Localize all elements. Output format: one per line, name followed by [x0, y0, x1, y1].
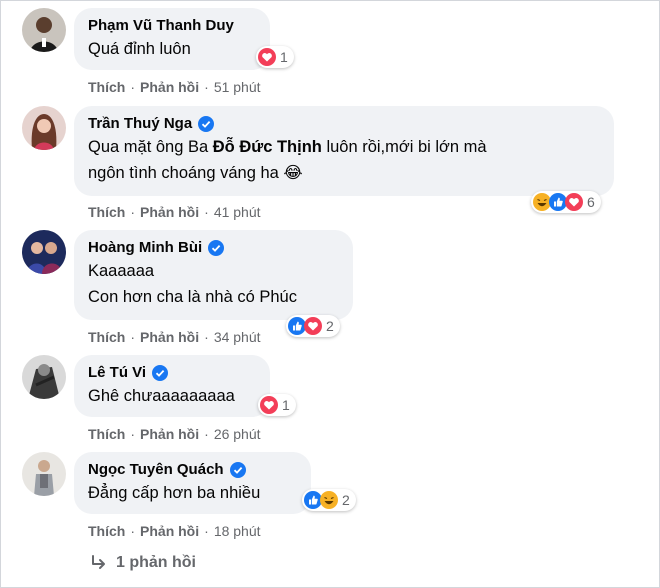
- comment-time[interactable]: 51 phút: [214, 79, 261, 95]
- reply-arrow-icon: [92, 555, 105, 569]
- separator-dot: ·: [130, 523, 136, 539]
- mentioned-name[interactable]: Đỗ Đức Thịnh: [213, 138, 322, 156]
- reaction-summary[interactable]: 1: [256, 46, 294, 68]
- comment-author[interactable]: Phạm Vũ Thanh Duy: [88, 16, 234, 36]
- verified-badge-icon: [198, 116, 215, 132]
- comment-time[interactable]: 41 phút: [214, 204, 261, 220]
- like-link[interactable]: Thích: [88, 523, 125, 539]
- comment-actions: Thích · Phản hồi · 18 phút: [88, 523, 261, 539]
- love-reaction-icon: [565, 193, 583, 211]
- haha-reaction-icon: [320, 491, 338, 509]
- separator-dot: ·: [204, 523, 209, 539]
- verified-badge-icon: [229, 462, 246, 478]
- separator-dot: ·: [204, 204, 209, 220]
- comment-text: Đẳng cấp hơn ba nhiều: [88, 484, 261, 502]
- comment-actions: Thích · Phản hồi · 51 phút: [88, 79, 261, 95]
- comment-time[interactable]: 34 phút: [214, 329, 261, 345]
- reaction-count: 6: [587, 194, 595, 210]
- comment-bubble: Hoàng Minh Bùi Kaaaaaa Con hơn cha là nh…: [74, 230, 353, 320]
- comment-bubble: Trần Thuý Nga Qua mặt ông Ba Đỗ Đức Thịn…: [74, 106, 614, 196]
- avatar[interactable]: [22, 8, 66, 52]
- separator-dot: ·: [204, 329, 209, 345]
- reaction-summary[interactable]: 2: [286, 315, 340, 337]
- separator-dot: ·: [204, 79, 209, 95]
- view-replies-link[interactable]: 1 phản hồi: [90, 554, 196, 572]
- reaction-count: 2: [342, 492, 350, 508]
- avatar[interactable]: [22, 355, 66, 399]
- comment-bubble: Phạm Vũ Thanh Duy Quá đỉnh luôn: [74, 8, 270, 70]
- verified-badge-icon: [152, 365, 169, 381]
- comment-author[interactable]: Ngọc Tuyên Quách: [88, 460, 246, 480]
- separator-dot: ·: [130, 426, 136, 442]
- separator-dot: ·: [130, 79, 136, 95]
- comment-actions: Thích · Phản hồi · 26 phút: [88, 426, 261, 442]
- comment-time[interactable]: 26 phút: [214, 426, 261, 442]
- reply-link[interactable]: Phản hồi: [140, 79, 199, 95]
- reaction-count: 1: [280, 49, 288, 65]
- comment-author[interactable]: Lê Tú Vi: [88, 363, 169, 383]
- reply-link[interactable]: Phản hồi: [140, 204, 199, 220]
- comment-actions: Thích · Phản hồi · 34 phút: [88, 329, 261, 345]
- reaction-count: 1: [282, 397, 290, 413]
- love-reaction-icon: [304, 317, 322, 335]
- like-link[interactable]: Thích: [88, 329, 125, 345]
- reaction-summary[interactable]: 1: [258, 394, 296, 416]
- comment-text: Kaaaaaa Con hơn cha là nhà có Phúc: [88, 262, 297, 306]
- comment-time[interactable]: 18 phút: [214, 523, 261, 539]
- like-link[interactable]: Thích: [88, 426, 125, 442]
- like-link[interactable]: Thích: [88, 204, 125, 220]
- reply-link[interactable]: Phản hồi: [140, 523, 199, 539]
- view-replies-label: 1 phản hồi: [116, 554, 196, 571]
- reaction-count: 2: [326, 318, 334, 334]
- comment-bubble: Lê Tú Vi Ghê chưaaaaaaaaa: [74, 355, 270, 417]
- comment-text: Quá đỉnh luôn: [88, 40, 191, 58]
- comment-author[interactable]: Hoàng Minh Bùi: [88, 238, 225, 258]
- like-link[interactable]: Thích: [88, 79, 125, 95]
- comment-text: Ghê chưaaaaaaaaa: [88, 387, 235, 405]
- reaction-summary[interactable]: 2: [302, 489, 356, 511]
- separator-dot: ·: [204, 426, 209, 442]
- avatar[interactable]: [22, 230, 66, 274]
- reaction-summary[interactable]: 6: [531, 191, 601, 213]
- avatar[interactable]: [22, 106, 66, 150]
- separator-dot: ·: [130, 329, 136, 345]
- love-reaction-icon: [260, 396, 278, 414]
- comment-author[interactable]: Trần Thuý Nga: [88, 114, 215, 134]
- comment-actions: Thích · Phản hồi · 41 phút: [88, 204, 261, 220]
- comment-bubble: Ngọc Tuyên Quách Đẳng cấp hơn ba nhiều: [74, 452, 311, 514]
- avatar[interactable]: [22, 452, 66, 496]
- love-reaction-icon: [258, 48, 276, 66]
- reply-link[interactable]: Phản hồi: [140, 329, 199, 345]
- comment-text: Qua mặt ông Ba Đỗ Đức Thịnh luôn rồi,mới…: [88, 138, 487, 182]
- separator-dot: ·: [130, 204, 136, 220]
- reply-link[interactable]: Phản hồi: [140, 426, 199, 442]
- verified-badge-icon: [208, 240, 225, 256]
